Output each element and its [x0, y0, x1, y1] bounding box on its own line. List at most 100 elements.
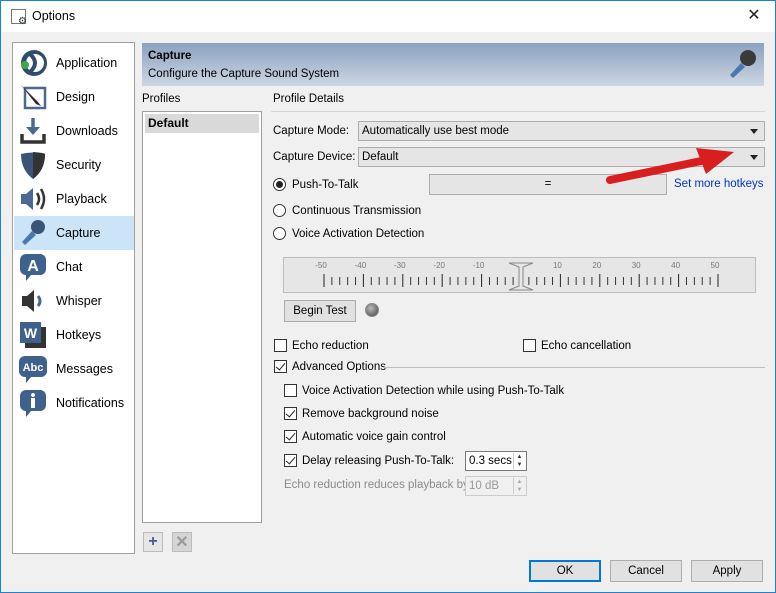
spin-up-down-icon: ▲ ▼ [513, 478, 525, 494]
whisper-speaker-icon [18, 286, 48, 316]
chevron-down-icon [750, 129, 758, 134]
sidebar-item-playback[interactable]: Playback [14, 182, 134, 216]
sidebar-label: Notifications [56, 396, 125, 410]
sidebar-label: Capture [56, 226, 101, 240]
checkbox-label: Advanced Options [292, 360, 386, 373]
category-sidebar: Application Design Downloads Security Pl… [12, 42, 135, 554]
apply-button[interactable]: Apply [691, 560, 763, 582]
sidebar-item-whisper[interactable]: Whisper [14, 284, 134, 318]
checkbox-box [523, 339, 536, 352]
red-arrow-annotation [606, 148, 734, 184]
sidebar-label: Downloads [56, 124, 118, 138]
radio-label: Push-To-Talk [292, 178, 359, 191]
meter-tick-label: 20 [592, 261, 601, 270]
meter-scale: -50 -40 -30 -20 -10 10 20 30 40 50 [315, 261, 720, 291]
group-divider [384, 367, 765, 368]
radio-continuous-transmission[interactable]: Continuous Transmission [273, 204, 421, 217]
meter-tick-label: 10 [553, 261, 562, 270]
download-icon [18, 116, 48, 146]
echo-reduces-label: Echo reduction reduces playback by: [284, 479, 472, 491]
profile-item-default[interactable]: Default [145, 114, 259, 133]
sidebar-item-messages[interactable]: Abc Messages [14, 352, 134, 386]
sidebar-item-design[interactable]: Design [14, 80, 134, 114]
checkbox-box [284, 384, 297, 397]
begin-test-button[interactable]: Begin Test [284, 300, 356, 322]
spinbox-value: 0.3 secs [469, 455, 512, 467]
chevron-down-icon [750, 155, 758, 160]
capture-mode-select[interactable]: Automatically use best mode [358, 121, 765, 141]
radio-label: Voice Activation Detection [292, 227, 425, 240]
abc-bubble-icon: Abc [18, 354, 48, 384]
checkbox-label: Remove background noise [302, 407, 439, 420]
echo-cancellation-checkbox[interactable]: Echo cancellation [523, 339, 631, 352]
checkbox-label: Echo cancellation [541, 339, 632, 352]
teamspeak-logo-icon [18, 48, 48, 78]
sidebar-item-security[interactable]: Security [14, 148, 134, 182]
svg-text:Abc: Abc [23, 362, 44, 374]
checkbox-box [274, 339, 287, 352]
sidebar-item-hotkeys[interactable]: W Hotkeys [14, 318, 134, 352]
sidebar-item-downloads[interactable]: Downloads [14, 114, 134, 148]
sidebar-item-notifications[interactable]: Notifications [14, 386, 134, 420]
sidebar-label: Whisper [56, 294, 102, 308]
add-profile-button[interactable]: + [143, 532, 163, 552]
vad-while-ptt-checkbox[interactable]: Voice Activation Detection while using P… [284, 384, 564, 397]
spin-up-down-icon[interactable]: ▲ ▼ [513, 453, 525, 469]
voice-level-meter[interactable]: -50 -40 -30 -20 -10 10 20 30 40 50 [283, 257, 756, 293]
sidebar-label: Security [56, 158, 102, 172]
info-bubble-icon [18, 388, 48, 418]
keyboard-w-icon: W [18, 320, 48, 350]
meter-tick-label: -10 [473, 261, 485, 270]
remove-noise-checkbox[interactable]: Remove background noise [284, 407, 439, 420]
sidebar-label: Messages [56, 362, 113, 376]
pencil-icon [18, 82, 48, 112]
meter-tick-label: 40 [671, 261, 680, 270]
radio-voice-activation[interactable]: Voice Activation Detection [273, 227, 424, 240]
profile-details-label: Profile Details [273, 93, 344, 105]
microphone-icon [18, 218, 48, 248]
title-bar: Options ✕ [1, 1, 775, 32]
page-header: Capture Configure the Capture Sound Syst… [142, 43, 764, 86]
ok-button[interactable]: OK [529, 560, 601, 582]
svg-text:A: A [27, 258, 39, 275]
meter-tick-label: -20 [433, 261, 445, 270]
sidebar-item-chat[interactable]: A Chat [14, 250, 134, 284]
checkbox-box [284, 430, 297, 443]
meter-tick-label: 50 [711, 261, 720, 270]
speaker-icon [18, 184, 48, 214]
threshold-slider-handle [508, 262, 534, 291]
shield-icon [18, 150, 48, 180]
radio-indicator [273, 204, 286, 217]
sidebar-item-capture[interactable]: Capture [14, 216, 134, 250]
profiles-label: Profiles [142, 93, 181, 105]
checkbox-label: Echo reduction [292, 339, 369, 352]
checkbox-label: Delay releasing Push-To-Talk: [302, 454, 455, 467]
advanced-options-checkbox[interactable]: Advanced Options [274, 360, 386, 373]
checkbox-box [284, 454, 297, 467]
radio-label: Continuous Transmission [292, 204, 422, 217]
auto-gain-checkbox[interactable]: Automatic voice gain control [284, 430, 446, 443]
profiles-list[interactable]: Default [142, 111, 262, 523]
sidebar-label: Chat [56, 260, 83, 274]
meter-tick-label: 30 [632, 261, 641, 270]
options-window: Options ✕ Application Design Downloads [0, 0, 776, 593]
svg-text:W: W [24, 325, 38, 341]
radio-indicator [273, 178, 286, 191]
delay-ptt-checkbox[interactable]: Delay releasing Push-To-Talk: [284, 454, 454, 467]
close-button[interactable]: ✕ [739, 5, 769, 27]
capture-mode-value: Automatically use best mode [362, 125, 510, 137]
radio-push-to-talk[interactable]: Push-To-Talk [273, 178, 358, 191]
spinbox-value: 10 dB [469, 480, 500, 492]
checkbox-label: Automatic voice gain control [302, 430, 446, 443]
window-title: Options [32, 9, 76, 23]
delay-ptt-spinbox[interactable]: 0.3 secs ▲ ▼ [465, 451, 527, 471]
divider [271, 111, 765, 112]
remove-profile-button[interactable]: ✕ [172, 532, 192, 552]
echo-reduces-spinbox[interactable]: 10 dB ▲ ▼ [465, 476, 527, 496]
echo-reduction-checkbox[interactable]: Echo reduction [274, 339, 369, 352]
options-app-icon [11, 9, 27, 27]
radio-indicator [273, 227, 286, 240]
meter-tick-label: -40 [355, 261, 367, 270]
sidebar-item-application[interactable]: Application [14, 46, 134, 80]
cancel-button[interactable]: Cancel [610, 560, 682, 582]
